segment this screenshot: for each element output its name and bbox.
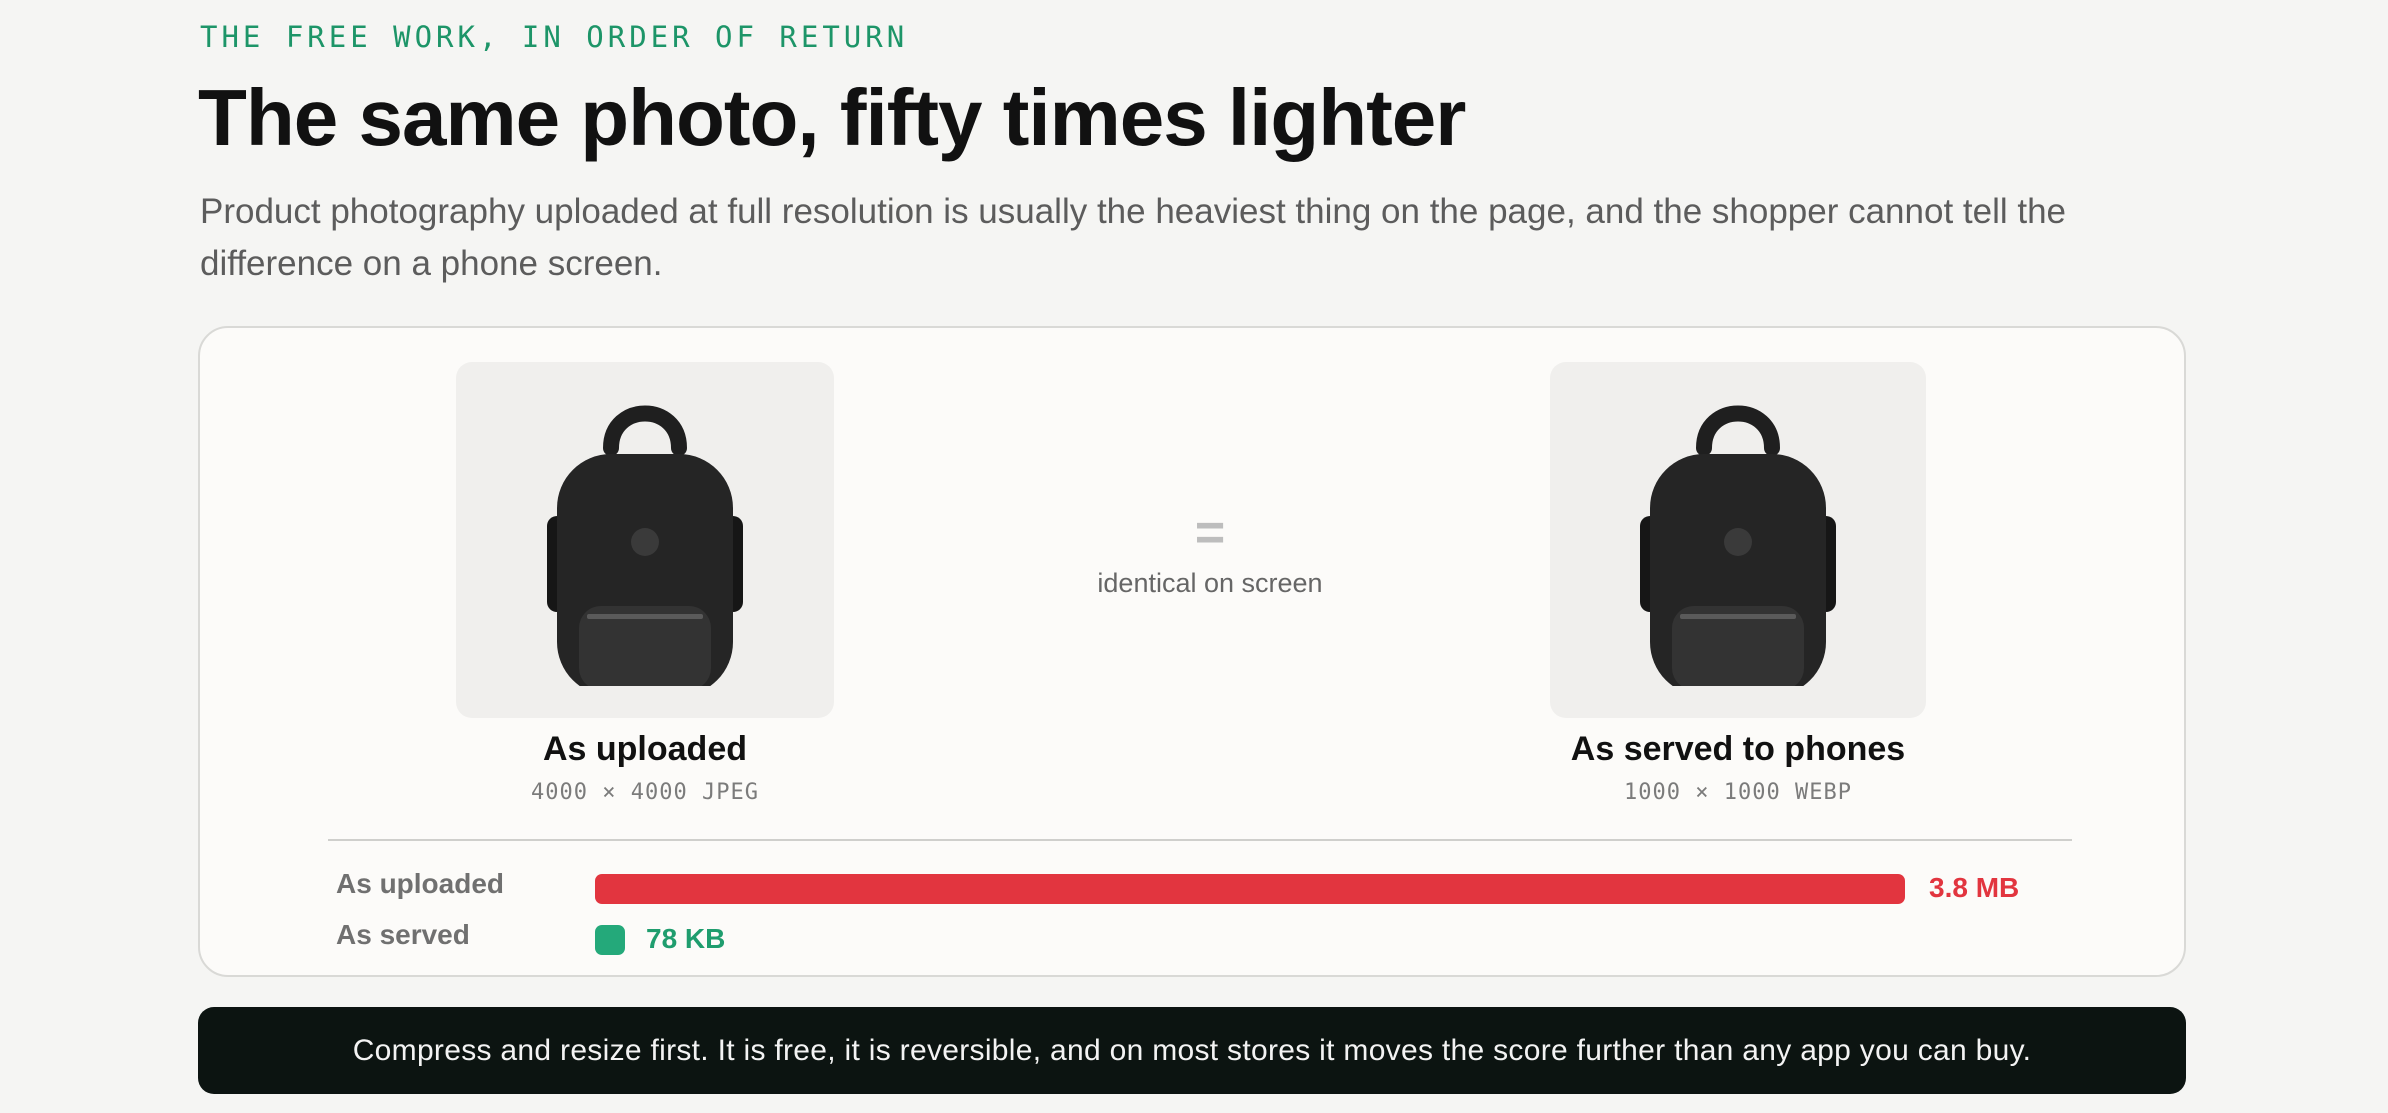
equivalence-caption: identical on screen	[1097, 568, 1323, 598]
size-row-uploaded: As uploaded 3.8 MB	[200, 866, 2184, 906]
uploaded-caption-title: As uploaded	[542, 730, 748, 768]
size-bar-uploaded	[595, 874, 1905, 904]
served-caption-spec: 1000 × 1000 WEBP	[1624, 780, 1852, 805]
size-row-label: As uploaded	[336, 868, 505, 899]
section-eyebrow: THE FREE WORK, IN ORDER OF RETURN	[200, 20, 909, 54]
divider	[328, 839, 2072, 841]
page: THE FREE WORK, IN ORDER OF RETURN The sa…	[0, 0, 2388, 1113]
equals-icon: =	[1194, 504, 1226, 562]
callout-banner: Compress and resize first. It is free, i…	[198, 1007, 2186, 1094]
size-row-label: As served	[336, 919, 470, 950]
size-value-uploaded: 3.8 MB	[1929, 872, 2020, 903]
page-lede: Product photography uploaded at full res…	[200, 192, 2067, 283]
served-caption-title: As served to phones	[1570, 730, 1906, 768]
size-row-served: As served 78 KB	[200, 917, 2184, 957]
page-title: The same photo, fifty times lighter	[198, 73, 1466, 162]
size-bar-track	[595, 874, 1905, 904]
photo-as-served	[1550, 362, 1926, 718]
uploaded-caption-spec: 4000 × 4000 JPEG	[531, 780, 759, 805]
size-value-served: 78 KB	[646, 923, 726, 954]
equivalence-marker: = identical on screen	[1070, 504, 1350, 599]
photo-as-uploaded	[456, 362, 834, 718]
size-bar-track	[595, 925, 1905, 955]
size-bar-served	[595, 925, 625, 955]
backpack-icon	[1640, 405, 1836, 686]
backpack-icon	[547, 405, 743, 686]
comparison-card: = identical on screen As uploaded 4000 ×…	[198, 326, 2186, 977]
